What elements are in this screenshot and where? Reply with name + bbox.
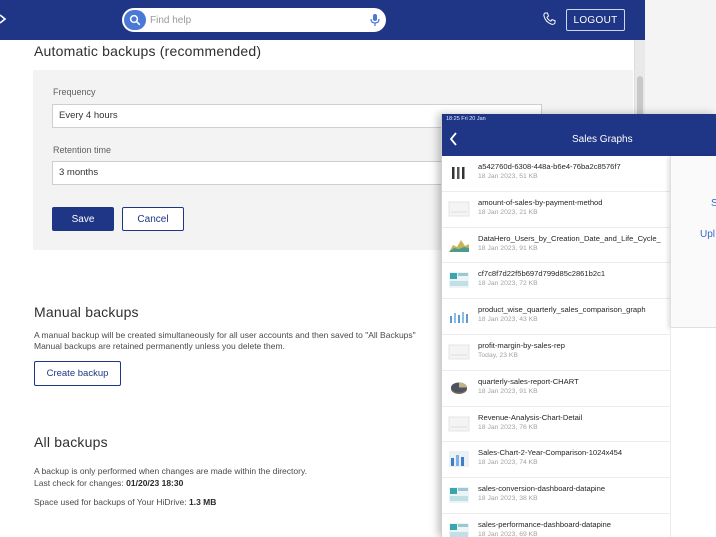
search-input[interactable] xyxy=(150,11,350,29)
file-list-item[interactable]: cf7c8f7d22f5b697d799d85c2861b2c1 18 Jan 2… xyxy=(442,263,670,300)
file-name: sales-performance-dashboard-datapine xyxy=(478,519,611,529)
file-meta: 18 Jan 2023, 91 KB xyxy=(478,387,538,395)
blank-thumb-icon xyxy=(448,200,470,218)
file-name: DataHero_Users_by_Creation_Date_and_Life… xyxy=(478,233,661,243)
search-icon[interactable] xyxy=(124,10,146,30)
tablet-right-pane xyxy=(670,328,716,537)
last-check-label: Last check for changes: xyxy=(34,478,124,488)
search-bar[interactable] xyxy=(122,8,386,32)
last-check-value: 01/20/23 18:30 xyxy=(126,478,184,488)
phone-icon[interactable] xyxy=(541,11,557,27)
file-meta: 18 Jan 2023, 38 KB xyxy=(478,495,538,503)
file-meta: 18 Jan 2023, 51 KB xyxy=(478,173,538,180)
space-used-value: 1.3 MB xyxy=(189,497,217,507)
file-meta: 18 Jan 2023, 69 KB xyxy=(478,530,538,537)
blank-thumb-icon xyxy=(448,415,470,433)
file-list-item[interactable]: product_wise_quarterly_sales_comparison_… xyxy=(442,299,670,335)
file-list-item[interactable]: Revenue-Analysis-Chart-Detail 18 Jan 2023… xyxy=(442,407,670,443)
bar-thumb-icon xyxy=(448,164,470,182)
cancel-button[interactable]: Cancel xyxy=(122,207,184,231)
file-list-item[interactable]: Sales-Chart-2-Year-Comparison-1024x454 18… xyxy=(442,442,670,479)
context-side-panel: S Upl xyxy=(670,156,716,328)
column-thumb-icon xyxy=(448,307,470,325)
manual-backups-heading: Manual backups xyxy=(34,304,139,320)
space-used-label: Space used for backups of Your HiDrive: xyxy=(34,497,187,507)
blank-thumb-icon xyxy=(448,343,470,361)
file-list-item[interactable]: sales-performance-dashboard-datapine 18 J… xyxy=(442,514,670,537)
file-name: profit-margin-by-sales-rep xyxy=(478,340,565,350)
file-list-item[interactable]: a542760d-6308-448a-b6e4-76ba2c8576f7 18 J… xyxy=(442,156,670,192)
file-list-item[interactable]: DataHero_Users_by_Creation_Date_and_Life… xyxy=(442,228,670,264)
tablet-status-bar: 18:25 Fri 20 Jan xyxy=(442,114,716,124)
manual-backups-description: A manual backup will be created simultan… xyxy=(34,330,416,340)
file-meta: 18 Jan 2023, 21 KB xyxy=(478,208,538,216)
automatic-backups-heading: Automatic backups (recommended) xyxy=(34,43,262,59)
space-used-line: Space used for backups of Your HiDrive: … xyxy=(34,497,216,507)
side-panel-upload-item[interactable]: Upl xyxy=(700,229,715,240)
dashboard-thumb-icon xyxy=(448,522,470,537)
tablet-header: Sales Graphs xyxy=(442,124,716,156)
frequency-label: Frequency xyxy=(53,87,96,97)
file-list-item[interactable]: quarterly-sales-report-CHART 18 Jan 2023,… xyxy=(442,371,670,407)
back-chevron-icon[interactable] xyxy=(447,130,461,148)
side-panel-item[interactable]: S xyxy=(711,198,716,209)
file-meta: 18 Jan 2023, 72 KB xyxy=(478,280,538,288)
file-name: Sales-Chart-2-Year-Comparison-1024x454 xyxy=(478,448,623,458)
file-meta: 18 Jan 2023, 91 KB xyxy=(478,244,538,252)
menu-edge-icon[interactable] xyxy=(0,12,6,26)
last-check-line: Last check for changes: 01/20/23 18:30 xyxy=(34,478,183,488)
all-backups-description: A backup is only performed when changes … xyxy=(34,466,307,476)
save-button[interactable]: Save xyxy=(52,207,114,231)
file-name: quarterly-sales-report-CHART xyxy=(478,376,579,386)
folder-title: Sales Graphs xyxy=(572,134,633,145)
file-list: a542760d-6308-448a-b6e4-76ba2c8576f7 18 J… xyxy=(442,156,670,537)
file-list-item[interactable]: sales-conversion-dashboard-datapine 18 Ja… xyxy=(442,478,670,514)
file-name: Revenue-Analysis-Chart-Detail xyxy=(478,412,583,422)
file-meta: 18 Jan 2023, 74 KB xyxy=(478,459,538,467)
microphone-icon[interactable] xyxy=(369,13,381,27)
manual-backups-retention-note: Manual backups are retained permanently … xyxy=(34,341,285,351)
all-backups-heading: All backups xyxy=(34,434,108,450)
file-name: sales-conversion-dashboard-datapine xyxy=(478,484,606,494)
comparison-thumb-icon xyxy=(448,450,470,468)
tablet-file-browser: 18:25 Fri 20 Jan Sales Graphs a542760d-6… xyxy=(441,114,716,537)
file-meta: 18 Jan 2023, 76 KB xyxy=(478,423,538,431)
area-thumb-icon xyxy=(448,236,470,254)
file-list-item[interactable]: profit-margin-by-sales-rep Today, 23 KB xyxy=(442,335,670,371)
file-name: product_wise_quarterly_sales_comparison_… xyxy=(478,305,646,315)
file-meta: Today, 23 KB xyxy=(478,351,518,359)
create-backup-button[interactable]: Create backup xyxy=(34,361,121,386)
file-name: cf7c8f7d22f5b697d799d85c2861b2c1 xyxy=(478,269,606,279)
file-name: a542760d-6308-448a-b6e4-76ba2c8576f7 xyxy=(478,162,621,171)
file-list-item[interactable]: amount-of-sales-by-payment-method 18 Jan … xyxy=(442,192,670,228)
dashboard-thumb-icon xyxy=(448,271,470,289)
pie-thumb-icon xyxy=(448,379,470,397)
top-navigation-bar: LOGOUT xyxy=(0,0,645,40)
file-meta: 18 Jan 2023, 43 KB xyxy=(478,316,538,324)
file-name: amount-of-sales-by-payment-method xyxy=(478,197,603,207)
retention-time-label: Retention time xyxy=(53,145,112,155)
dashboard-thumb-icon xyxy=(448,486,470,504)
logout-button[interactable]: LOGOUT xyxy=(566,9,625,31)
